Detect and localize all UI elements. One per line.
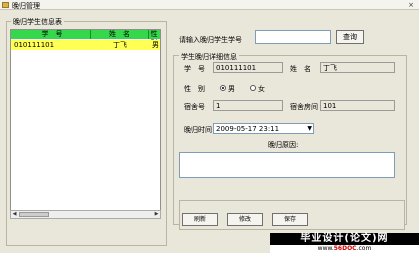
grid-header-name[interactable]: 姓 名: [91, 30, 149, 39]
watermark-title: 毕业设计(论文)网: [270, 233, 419, 245]
watermark-url: www.56DOC.com: [270, 245, 419, 253]
search-button[interactable]: 查询: [336, 30, 364, 44]
close-icon[interactable]: ×: [405, 0, 417, 10]
window-title: 晚归管理: [12, 2, 40, 10]
gender-male-label: 男: [228, 85, 235, 93]
grid-header: 学 号 姓 名 性别: [11, 30, 160, 47]
title-bar: 晚归管理 ×: [0, 0, 419, 10]
grid-header-id[interactable]: 学 号: [11, 30, 91, 39]
building-field[interactable]: 1: [213, 100, 283, 111]
gender-male-radio[interactable]: [220, 85, 226, 91]
watermark-url-prefix: www.: [317, 245, 334, 252]
watermark-url-suffix: .com: [356, 245, 372, 252]
save-button[interactable]: 保存: [272, 213, 308, 226]
watermark-banner: 毕业设计(论文)网 www.56DOC.com: [270, 233, 419, 253]
scrollbar-thumb[interactable]: [19, 212, 49, 217]
row-name: 丁飞: [113, 41, 127, 49]
edit-button[interactable]: 修改: [227, 213, 263, 226]
search-input[interactable]: [255, 30, 331, 44]
reason-label: 晚归原因:: [268, 141, 299, 149]
student-id-field[interactable]: 010111101: [213, 62, 283, 73]
name-field[interactable]: 丁飞: [320, 62, 395, 73]
student-grid[interactable]: 学 号 姓 名 性别 010111101 丁飞 男: [10, 29, 161, 219]
table-row[interactable]: 010111101 丁飞 男: [11, 40, 160, 50]
app-window: 晚归管理 × 晚归学生信息表 学 号 姓 名 性别 010111101 丁飞 男…: [0, 0, 419, 253]
grid-header-gender[interactable]: 性别: [149, 30, 160, 47]
chevron-down-icon[interactable]: ▼: [307, 124, 312, 134]
gender-female-label: 女: [258, 85, 265, 93]
detail-legend: 学生晚归详细信息: [179, 52, 239, 62]
room-field[interactable]: 101: [320, 100, 395, 111]
scroll-left-icon[interactable]: ◀: [11, 211, 18, 218]
room-label: 宿舍房间: [290, 103, 318, 111]
grid-horizontal-scrollbar[interactable]: ◀ ▶: [10, 210, 161, 219]
gender-label: 性 别: [184, 85, 205, 93]
time-picker[interactable]: 2009-05-17 23:11 ▼: [213, 123, 314, 134]
student-list-legend: 晚归学生信息表: [11, 17, 64, 27]
search-label: 请输入晚归学生学号: [179, 36, 242, 44]
refresh-button[interactable]: 刷新: [182, 213, 218, 226]
gender-female-radio[interactable]: [250, 85, 256, 91]
student-id-label: 学 号: [184, 65, 205, 73]
name-label: 姓 名: [290, 65, 311, 73]
time-value: 2009-05-17 23:11: [216, 125, 280, 133]
scroll-right-icon[interactable]: ▶: [153, 211, 160, 218]
time-label: 晚归时间: [184, 126, 212, 134]
reason-textarea[interactable]: [179, 152, 395, 178]
app-icon: [2, 2, 9, 8]
building-label: 宿舍号: [184, 103, 205, 111]
watermark-url-brand: 56DOC: [333, 245, 357, 252]
row-id: 010111101: [14, 41, 55, 49]
row-gender: 男: [152, 41, 159, 49]
